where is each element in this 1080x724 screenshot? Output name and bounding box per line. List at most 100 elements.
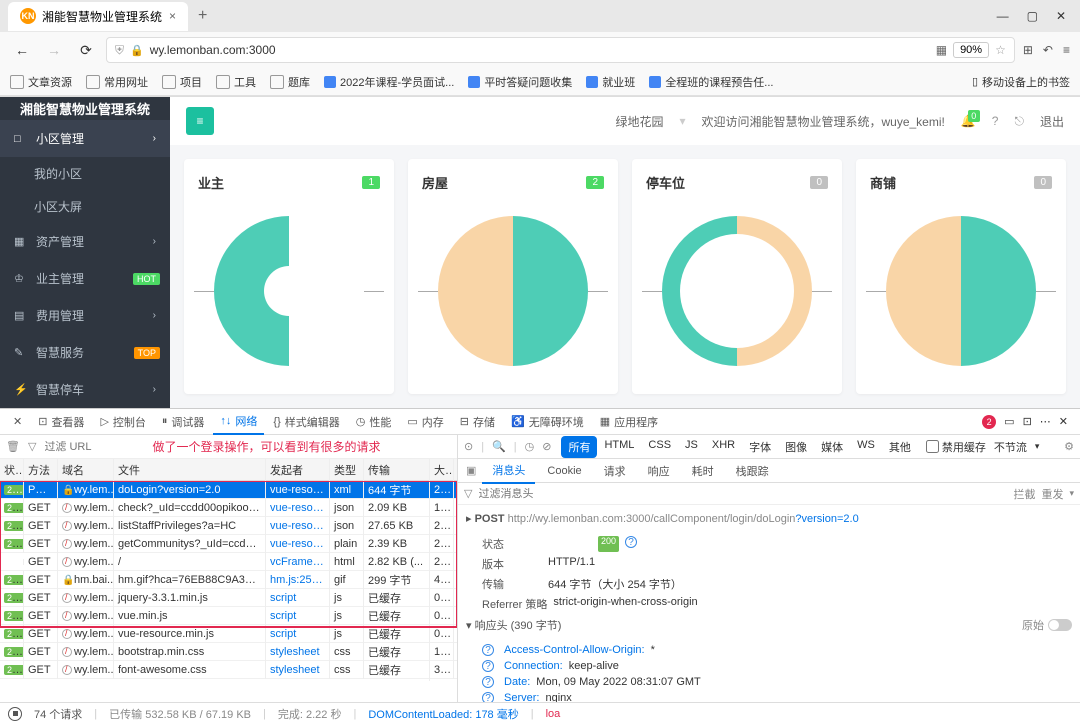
close-devtools-icon[interactable]: ✕ — [1059, 415, 1068, 428]
sidebar-item-assets[interactable]: ▦资产管理› — [0, 223, 170, 260]
request-url-section[interactable]: ▸ POST http://wy.lemonban.com:3000/callC… — [466, 509, 1072, 528]
help-icon[interactable]: ? — [482, 644, 494, 656]
error-count-badge[interactable]: 2 — [982, 415, 996, 429]
sidebar-item-smart[interactable]: ✎智慧服务TOP — [0, 334, 170, 371]
logout-button[interactable]: 退出 — [1040, 113, 1064, 130]
block-icon[interactable]: ⊘ — [542, 440, 551, 453]
location-label[interactable]: 绿地花园 — [615, 113, 663, 130]
col-transfer[interactable]: 传输 — [364, 459, 430, 481]
help-icon[interactable]: ? — [482, 676, 494, 688]
network-request-row[interactable]: 200 GET wy.lem... check?_uId=ccdd00opiko… — [0, 499, 457, 517]
url-bar[interactable]: ⛨ 🔒 wy.lemonban.com:3000 ▦ 90% ☆ — [106, 37, 1015, 63]
bookmark-item[interactable]: 常用网址 — [86, 74, 148, 90]
raw-toggle[interactable]: 原始 — [1022, 617, 1072, 633]
search-icon[interactable]: 🔍 — [492, 440, 506, 453]
filter-font[interactable]: 字体 — [742, 436, 778, 458]
headers-tab[interactable]: 消息头 — [482, 458, 535, 484]
filter-headers-input[interactable] — [478, 488, 1007, 500]
funnel-icon[interactable]: ▽ — [464, 487, 472, 500]
filter-other[interactable]: 其他 — [882, 436, 918, 458]
devtool-close-icon[interactable]: ✕ — [6, 411, 29, 432]
more-icon[interactable]: ⋯ — [1040, 415, 1051, 428]
bookmark-item[interactable]: 题库 — [270, 74, 310, 90]
app-tab[interactable]: ▦应用程序 — [593, 410, 665, 434]
block-button[interactable]: 拦截 — [1013, 486, 1035, 502]
shield-icon[interactable]: ⛨ — [115, 43, 124, 58]
history-icon[interactable]: ↶ — [1043, 43, 1053, 57]
bookmark-item[interactable]: 项目 — [162, 74, 202, 90]
cookie-tab[interactable]: Cookie — [537, 461, 591, 481]
filter-ws[interactable]: WS — [850, 436, 882, 458]
bookmark-item[interactable]: 平时答疑问题收集 — [468, 74, 572, 90]
network-request-row[interactable]: 200 POST 🔒wy.lem... doLogin?version=2.0 … — [0, 481, 457, 499]
stop-icon[interactable] — [8, 707, 22, 721]
maximize-icon[interactable]: ▢ — [1027, 9, 1038, 23]
sidebar-item-owners[interactable]: ♔业主管理HOT — [0, 260, 170, 297]
panel-toggle-icon[interactable]: ▣ — [462, 464, 480, 477]
request-tab[interactable]: 请求 — [594, 459, 636, 483]
bookmark-item[interactable]: 全程班的课程预告任... — [649, 74, 773, 90]
bookmark-star-icon[interactable]: ☆ — [995, 43, 1006, 57]
timing-tab[interactable]: 耗时 — [682, 459, 724, 483]
close-tab-icon[interactable]: × — [169, 9, 176, 23]
console-tab[interactable]: ▷控制台 — [93, 410, 152, 434]
dock-icon[interactable]: ⊡ — [1023, 415, 1032, 428]
logout-icon[interactable]: ⎋ — [1014, 114, 1024, 129]
col-type[interactable]: 类型 — [330, 459, 364, 481]
filter-html[interactable]: HTML — [597, 436, 641, 458]
sidebar-sub-mycommunity[interactable]: 我的小区 — [0, 157, 170, 190]
bookmark-item[interactable]: 工具 — [216, 74, 256, 90]
col-domain[interactable]: 域名 — [58, 459, 114, 481]
mobile-bookmarks[interactable]: ▯移动设备上的书签 — [972, 74, 1070, 90]
help-icon[interactable]: ? — [992, 114, 999, 128]
a11y-tab[interactable]: ♿无障碍环境 — [504, 410, 591, 434]
new-tab-button[interactable]: + — [188, 7, 217, 25]
filter-media[interactable]: 媒体 — [814, 436, 850, 458]
col-size[interactable]: 大小 — [430, 459, 454, 481]
network-request-row[interactable]: 200 GET wy.lem... getCommunitys?_uId=ccd… — [0, 535, 457, 553]
help-icon[interactable]: ? — [482, 692, 494, 702]
network-request-row[interactable]: 200 GET wy.lem... font-awesome.css style… — [0, 661, 457, 679]
bookmark-item[interactable]: 就业班 — [586, 74, 635, 90]
col-status[interactable]: 状态 — [0, 459, 24, 481]
col-file[interactable]: 文件 — [114, 459, 266, 481]
help-icon[interactable]: ? — [625, 536, 637, 548]
sidebar-item-parking[interactable]: ⚡智慧停车› — [0, 371, 170, 408]
col-method[interactable]: 方法 — [24, 459, 58, 481]
network-tab[interactable]: ↑↓网络 — [213, 409, 264, 435]
debugger-tab[interactable]: ⏸调试器 — [155, 410, 212, 434]
filter-css[interactable]: CSS — [641, 436, 678, 458]
browser-tab[interactable]: KN 湘能智慧物业管理系统 × — [8, 2, 188, 31]
filter-url-input[interactable] — [44, 441, 144, 453]
reload-button[interactable]: ⟳ — [74, 42, 98, 59]
style-tab[interactable]: {}样式编辑器 — [266, 410, 346, 434]
throttle-select[interactable]: 不节流 — [994, 439, 1027, 455]
storage-tab[interactable]: ⊟存储 — [453, 410, 502, 434]
filter-js[interactable]: JS — [678, 436, 705, 458]
sidebar-item-fees[interactable]: ▤费用管理› — [0, 297, 170, 334]
zoom-level[interactable]: 90% — [953, 42, 989, 58]
close-window-icon[interactable]: ✕ — [1056, 9, 1066, 23]
inspector-tab[interactable]: ⊡查看器 — [31, 410, 91, 434]
sidebar-sub-bigscreen[interactable]: 小区大屏 — [0, 190, 170, 223]
filter-img[interactable]: 图像 — [778, 436, 814, 458]
memory-tab[interactable]: ▭内存 — [400, 410, 450, 434]
responsive-icon[interactable]: ▭ — [1004, 415, 1014, 428]
response-tab[interactable]: 响应 — [638, 459, 680, 483]
funnel-icon[interactable]: ▽ — [28, 440, 36, 453]
sidebar-item-community[interactable]: □小区管理› — [0, 120, 170, 157]
filter-all[interactable]: 所有 — [561, 436, 597, 458]
stack-tab[interactable]: 栈跟踪 — [726, 459, 779, 483]
forward-button[interactable]: → — [42, 42, 66, 58]
notification-bell[interactable]: 🔔0 — [961, 114, 976, 128]
back-button[interactable]: ← — [10, 42, 34, 58]
filter-xhr[interactable]: XHR — [705, 436, 742, 458]
help-icon[interactable]: ? — [482, 660, 494, 672]
network-request-row[interactable]: 200 GET wy.lem... listStaffPrivileges?a=… — [0, 517, 457, 535]
clock-icon[interactable]: ◷ — [525, 440, 535, 453]
bookmark-item[interactable]: 文章资源 — [10, 74, 72, 90]
bookmark-item[interactable]: 2022年课程-学员面试... — [324, 74, 454, 90]
settings-icon[interactable]: ⚙ — [1064, 440, 1074, 453]
qr-icon[interactable]: ▦ — [936, 43, 947, 57]
col-initiator[interactable]: 发起者 — [266, 459, 330, 481]
